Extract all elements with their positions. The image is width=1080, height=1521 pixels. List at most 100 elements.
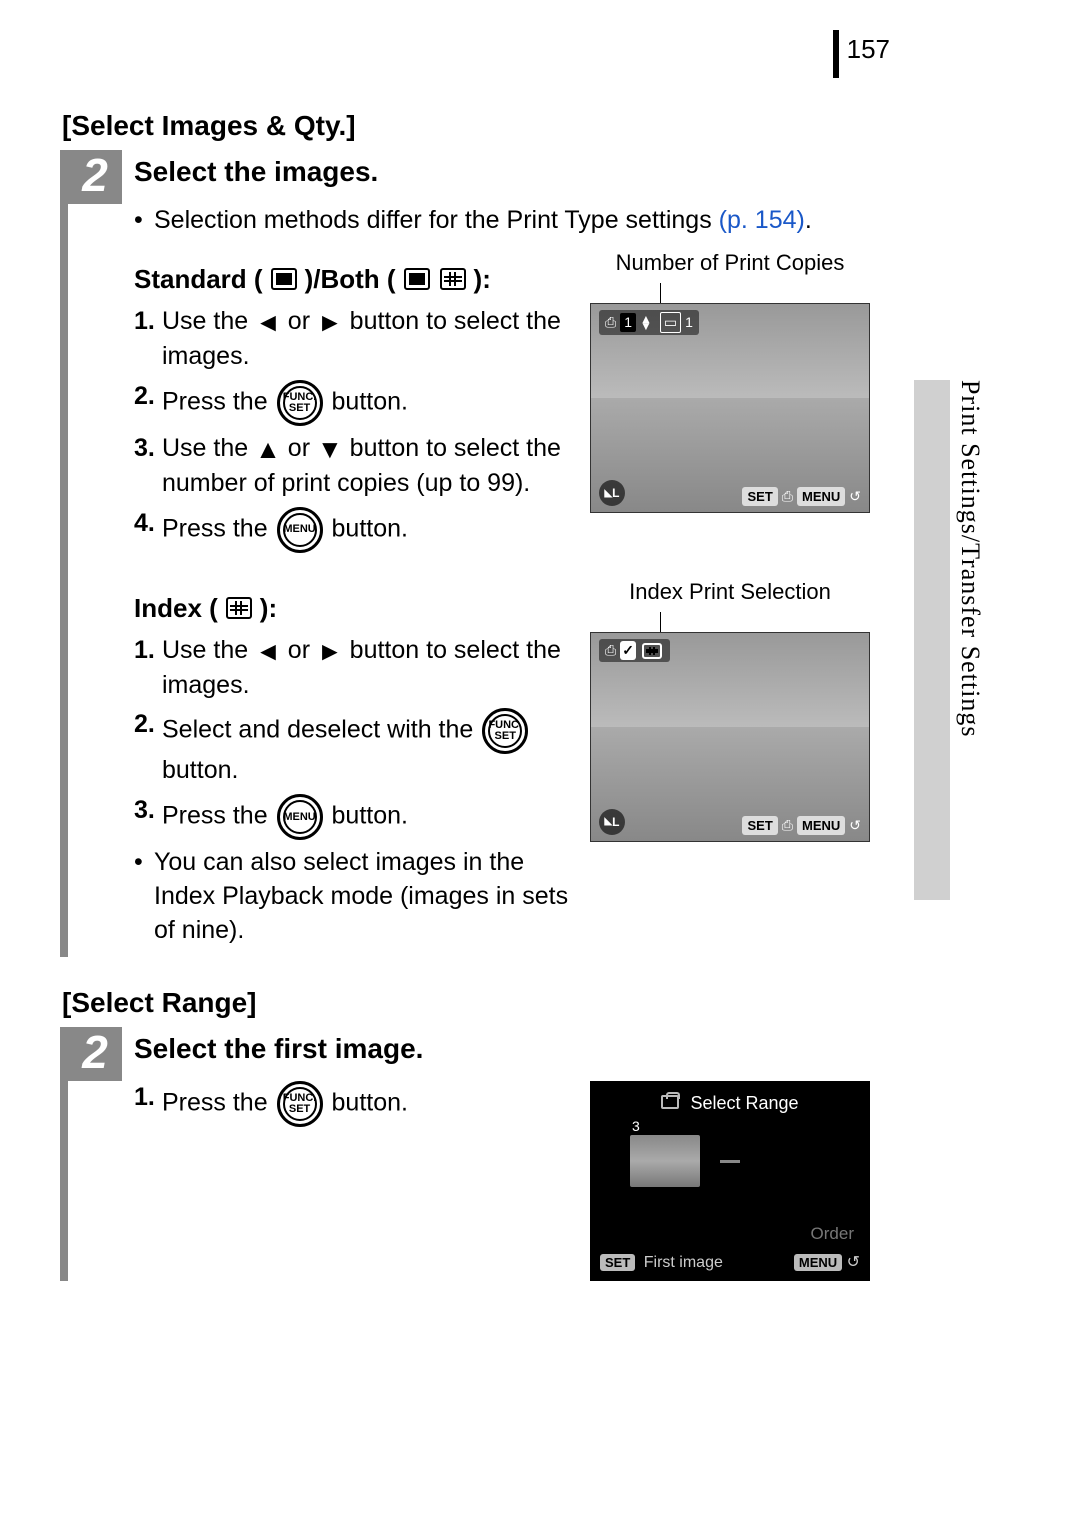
menu-button-icon: MENU (277, 507, 323, 553)
side-tab-bg (914, 380, 950, 900)
step-heading: Select the first image. (134, 1027, 870, 1065)
grid-mode-icon (440, 268, 466, 290)
right-arrow-icon: ► (317, 636, 343, 666)
note-text: You can also select images in the Index … (154, 846, 572, 947)
txt: or (288, 307, 317, 335)
txt: Press the (162, 514, 275, 542)
num: 1. (134, 1081, 162, 1127)
set-label: SET (742, 816, 777, 836)
up-down-icon: ▲▼ (640, 316, 652, 330)
idx-note: • You can also select images in the Inde… (134, 846, 572, 947)
up-arrow-icon: ▲ (255, 434, 281, 464)
num: 1. (134, 634, 162, 703)
frame-num: 1 (685, 313, 693, 332)
page-number-wrap: 157 (833, 30, 890, 78)
return-icon: ↺ (847, 1254, 860, 1271)
idx-step-3: 3. Press the MENU button. (134, 794, 572, 840)
page-ref-link[interactable]: (p. 154) (719, 206, 805, 234)
num: 2. (134, 708, 162, 788)
txt: Press the (162, 802, 275, 830)
pointer-line (660, 612, 870, 632)
std-step-1: 1. Use the ◄ or ► button to select the i… (134, 305, 572, 374)
std-post: ): (474, 262, 491, 297)
section-title-2: [Select Range] (62, 987, 870, 1019)
print-small-icon: ⎙ (782, 816, 793, 835)
menu-button-icon: MENU (277, 794, 323, 840)
txt: button. (332, 802, 408, 830)
pointer-line (660, 283, 870, 303)
return-icon: ↺ (849, 816, 861, 835)
txt: or (288, 636, 317, 664)
std-step-4: 4. Press the MENU button. (134, 507, 572, 553)
range-dash (720, 1160, 740, 1163)
right-arrow-icon: ► (317, 307, 343, 337)
camera-screenshot-index: ⎙ ✓ ◣L SET ⎙ MENU ↺ (590, 632, 870, 842)
cam-bottom-right: SET ⎙ MENU ↺ (742, 487, 861, 507)
frame-icon: ▭ (660, 312, 681, 333)
txt: Press the (162, 1089, 275, 1117)
range-step-1: 1. Press the FUNC.SET button. (134, 1081, 572, 1127)
range-title: Select Range (590, 1091, 870, 1115)
txt: Use the (162, 307, 255, 335)
copy-count: 1 (620, 313, 636, 332)
camera-screenshot-standard: ⎙ 1 ▲▼ ▭ 1 ◣L SET ⎙ MENU (590, 303, 870, 513)
page-number: 157 (847, 30, 890, 65)
txt: button. (332, 514, 408, 542)
standard-heading: Standard ( )/Both ( ): (134, 262, 572, 297)
down-arrow-icon: ▼ (317, 434, 343, 464)
num: 3. (134, 794, 162, 840)
step-block-1: 2 Select the images. • Selection methods… (60, 150, 870, 957)
step-block-2: 2 Select the first image. 1. Press the F… (60, 1027, 870, 1281)
idx-caption: Index Print Selection (590, 577, 870, 607)
txt: Use the (162, 636, 255, 664)
menu-label: MENU (797, 487, 845, 507)
idx-pre: Index ( (134, 591, 218, 626)
range-thumb-1: 3 (630, 1135, 700, 1187)
side-tab-label: Print Settings/Transfer Settings (955, 380, 985, 738)
print-icon: ⎙ (605, 641, 616, 660)
std-pre: Standard ( (134, 262, 263, 297)
thumb-num: 3 (632, 1117, 640, 1136)
txt: Use the (162, 434, 255, 462)
intro-bullet: • Selection methods differ for the Print… (134, 204, 870, 238)
cam-top-info: ⎙ ✓ (599, 639, 670, 662)
set-label: SET (742, 487, 777, 507)
menu-label: MENU (797, 816, 845, 836)
txt: Select and deselect with the (162, 716, 480, 744)
index-heading: Index ( ): (134, 591, 572, 626)
range-order: Order (811, 1223, 854, 1246)
camera-screenshot-range: Select Range 3 Order SET (590, 1081, 870, 1281)
grid-small-icon (642, 643, 662, 659)
standard-mode-icon-2 (404, 268, 430, 290)
cam-top-info: ⎙ 1 ▲▼ ▭ 1 (599, 310, 699, 335)
page-content: [Select Images & Qty.] 2 Select the imag… (60, 110, 870, 1281)
range-title-text: Select Range (690, 1093, 798, 1113)
txt: button. (162, 756, 238, 784)
std-step-3: 3. Use the ▲ or ▼ button to select the n… (134, 432, 572, 501)
print-small-icon: ⎙ (782, 487, 793, 506)
std-step-2: 2. Press the FUNC.SET button. (134, 380, 572, 426)
num: 3. (134, 432, 162, 501)
txt: button. (332, 1089, 408, 1117)
txt: Press the (162, 387, 275, 415)
idx-step-1: 1. Use the ◄ or ► button to select the i… (134, 634, 572, 703)
menu-label: MENU (794, 1254, 842, 1271)
left-arrow-icon: ◄ (255, 307, 281, 337)
range-bottom: SET First image MENU ↺ (600, 1252, 860, 1274)
return-icon: ↺ (849, 487, 861, 506)
num: 4. (134, 507, 162, 553)
left-arrow-icon: ◄ (255, 636, 281, 666)
idx-post: ): (260, 591, 277, 626)
standard-mode-icon (271, 268, 297, 290)
print-icon: ⎙ (605, 313, 616, 332)
func-set-button-icon: FUNC.SET (482, 708, 528, 754)
func-set-button-icon: FUNC.SET (277, 1081, 323, 1127)
txt: button. (332, 387, 408, 415)
txt: or (288, 434, 317, 462)
first-image-label: First image (644, 1254, 723, 1271)
section-title-1: [Select Images & Qty.] (62, 110, 870, 142)
index-mode-icon (226, 597, 252, 619)
func-set-button-icon: FUNC.SET (277, 380, 323, 426)
intro-after: . (805, 206, 812, 234)
std-caption: Number of Print Copies (590, 248, 870, 278)
